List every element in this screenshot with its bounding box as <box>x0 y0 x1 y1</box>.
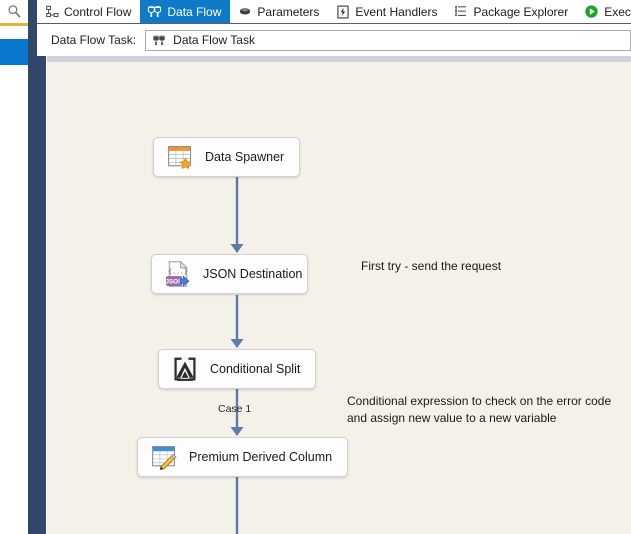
left-rail-background <box>0 65 28 534</box>
connector-arrowhead <box>230 339 244 348</box>
data-flow-icon <box>147 4 162 19</box>
canvas-content: Case 1 Data Spawner {...} JSON JSON Dest… <box>47 62 631 534</box>
tab-control-flow[interactable]: Control Flow <box>37 0 140 23</box>
connector-json-to-split[interactable] <box>230 295 244 348</box>
json-destination-icon: {...} JSON <box>165 260 190 288</box>
tab-execution-results-label: Execution Resu <box>604 4 631 19</box>
tab-control-flow-label: Control Flow <box>64 4 132 19</box>
data-flow-task-label: Data Flow Task: <box>51 33 137 47</box>
search-button[interactable] <box>0 0 28 23</box>
tab-data-flow[interactable]: Data Flow <box>140 0 231 23</box>
data-spawner-icon <box>168 146 192 170</box>
node-label: Data Spawner <box>205 150 285 164</box>
execution-results-icon <box>584 4 599 19</box>
rail-active-item[interactable] <box>0 39 28 65</box>
tab-event-handlers[interactable]: Event Handlers <box>328 0 446 23</box>
rail-spacer <box>0 26 28 39</box>
node-premium-derived-column[interactable]: Premium Derived Column <box>137 437 348 477</box>
parameters-icon <box>237 4 252 19</box>
connector-arrowhead <box>230 244 244 253</box>
designer-tabstrip: Control Flow Data Flow Parameters Event … <box>37 0 631 24</box>
left-rail <box>0 0 28 534</box>
node-label: Conditional Split <box>210 362 301 376</box>
search-icon <box>7 5 20 18</box>
node-label: JSON Destination <box>203 267 303 281</box>
node-data-spawner[interactable]: Data Spawner <box>153 137 300 177</box>
tab-event-handlers-label: Event Handlers <box>355 4 438 19</box>
conditional-split-icon <box>172 356 198 382</box>
annot-first-try[interactable]: First try - send the request <box>361 258 501 275</box>
tab-parameters[interactable]: Parameters <box>230 0 328 23</box>
connector-arrowhead <box>230 427 244 436</box>
control-flow-icon <box>44 4 59 19</box>
data-flow-canvas[interactable]: Case 1 Data Spawner {...} JSON JSON Dest… <box>47 56 631 534</box>
data-flow-task-selector[interactable]: Data Flow Task <box>145 29 631 51</box>
tab-execution-results[interactable]: Execution Resu <box>577 0 631 23</box>
connector-case-label: Case 1 <box>218 403 252 415</box>
node-label: Premium Derived Column <box>189 450 333 464</box>
connector-spawner-to-json[interactable] <box>230 177 244 253</box>
tab-package-explorer[interactable]: Package Explorer <box>446 0 577 23</box>
annot-conditional[interactable]: Conditional expression to check on the e… <box>347 393 611 427</box>
tab-parameters-label: Parameters <box>257 4 320 19</box>
rail-edge-bar <box>28 0 37 534</box>
ssis-package-designer: Control Flow Data Flow Parameters Event … <box>0 0 631 534</box>
data-flow-task-icon <box>152 33 166 47</box>
data-flow-task-bar: Data Flow Task: Data Flow Task <box>37 24 631 56</box>
canvas-area: Case 1 Data Spawner {...} JSON JSON Dest… <box>37 56 631 534</box>
package-explorer-icon <box>453 4 468 19</box>
node-json-destination[interactable]: {...} JSON JSON Destination <box>151 254 308 294</box>
premium-derived-column-icon <box>152 446 177 471</box>
event-handlers-icon <box>335 4 350 19</box>
tab-data-flow-label: Data Flow <box>167 4 222 19</box>
canvas-left-bar <box>37 56 46 534</box>
node-conditional-split[interactable]: Conditional Split <box>158 349 316 389</box>
designer-main: Control Flow Data Flow Parameters Event … <box>37 0 631 534</box>
tab-package-explorer-label: Package Explorer <box>473 4 569 19</box>
data-flow-task-value: Data Flow Task <box>173 33 255 47</box>
svg-text:{...}: {...} <box>168 268 188 276</box>
connector-derived-to-json1[interactable] <box>231 477 244 534</box>
